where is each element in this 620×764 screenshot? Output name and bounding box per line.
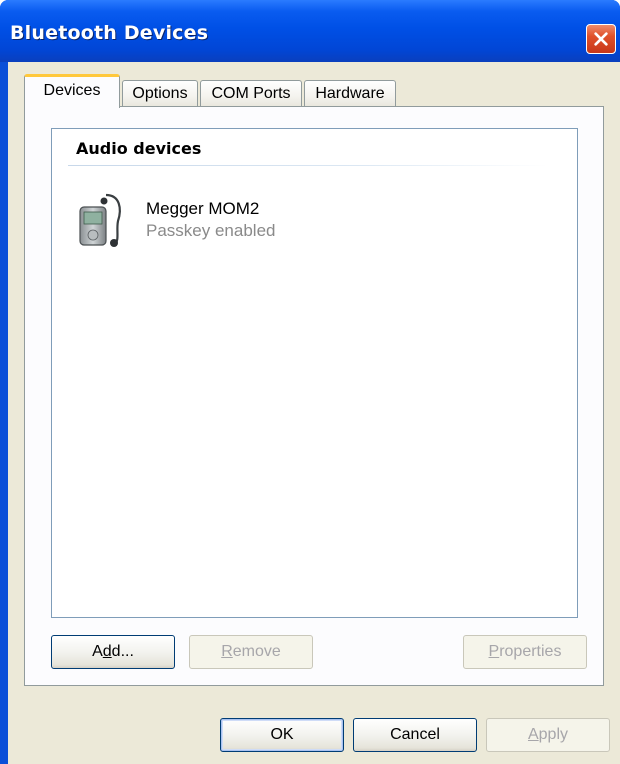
close-button[interactable] <box>586 24 616 54</box>
add-button-label-post: d... <box>111 643 134 660</box>
window-title: Bluetooth Devices <box>10 22 209 44</box>
ok-button[interactable]: OK <box>220 718 344 752</box>
tab-devices[interactable]: Devices <box>24 74 120 108</box>
remove-button-mnemonic: R <box>221 643 233 660</box>
audio-device-icon <box>79 193 121 247</box>
properties-button[interactable]: Properties <box>463 635 587 669</box>
tab-hardware[interactable]: Hardware <box>304 80 396 107</box>
dialog-client-area: Devices Options COM Ports Hardware Audio… <box>8 62 620 764</box>
device-name: Megger MOM2 <box>146 199 260 218</box>
devices-tab-panel: Audio devices Megger MOM2 Passkey enable… <box>24 106 604 686</box>
device-status: Passkey enabled <box>146 221 276 240</box>
remove-button[interactable]: Remove <box>189 635 313 669</box>
tab-com-ports[interactable]: COM Ports <box>200 80 302 107</box>
properties-button-label-post: roperties <box>499 643 562 660</box>
cancel-button[interactable]: Cancel <box>353 718 477 752</box>
apply-button-label-post: pply <box>538 726 569 743</box>
device-list[interactable]: Audio devices Megger MOM2 Passkey enable… <box>51 128 578 618</box>
tab-options[interactable]: Options <box>122 80 198 107</box>
title-bar[interactable]: Bluetooth Devices <box>0 0 620 62</box>
add-button[interactable]: Add... <box>51 635 175 669</box>
properties-button-mnemonic: P <box>488 643 500 660</box>
group-divider <box>68 165 548 166</box>
device-item[interactable]: Megger MOM2 Passkey enabled <box>76 191 376 251</box>
group-header-audio-devices: Audio devices <box>76 139 202 158</box>
bluetooth-devices-window: Bluetooth Devices Devices Options COM Po… <box>0 0 620 764</box>
add-button-label-pre: A <box>92 643 103 660</box>
apply-button-mnemonic: A <box>527 726 539 743</box>
remove-button-label-post: emove <box>232 643 281 660</box>
close-icon <box>594 32 608 46</box>
apply-button[interactable]: Apply <box>486 718 610 752</box>
add-button-mnemonic: d <box>102 643 112 660</box>
